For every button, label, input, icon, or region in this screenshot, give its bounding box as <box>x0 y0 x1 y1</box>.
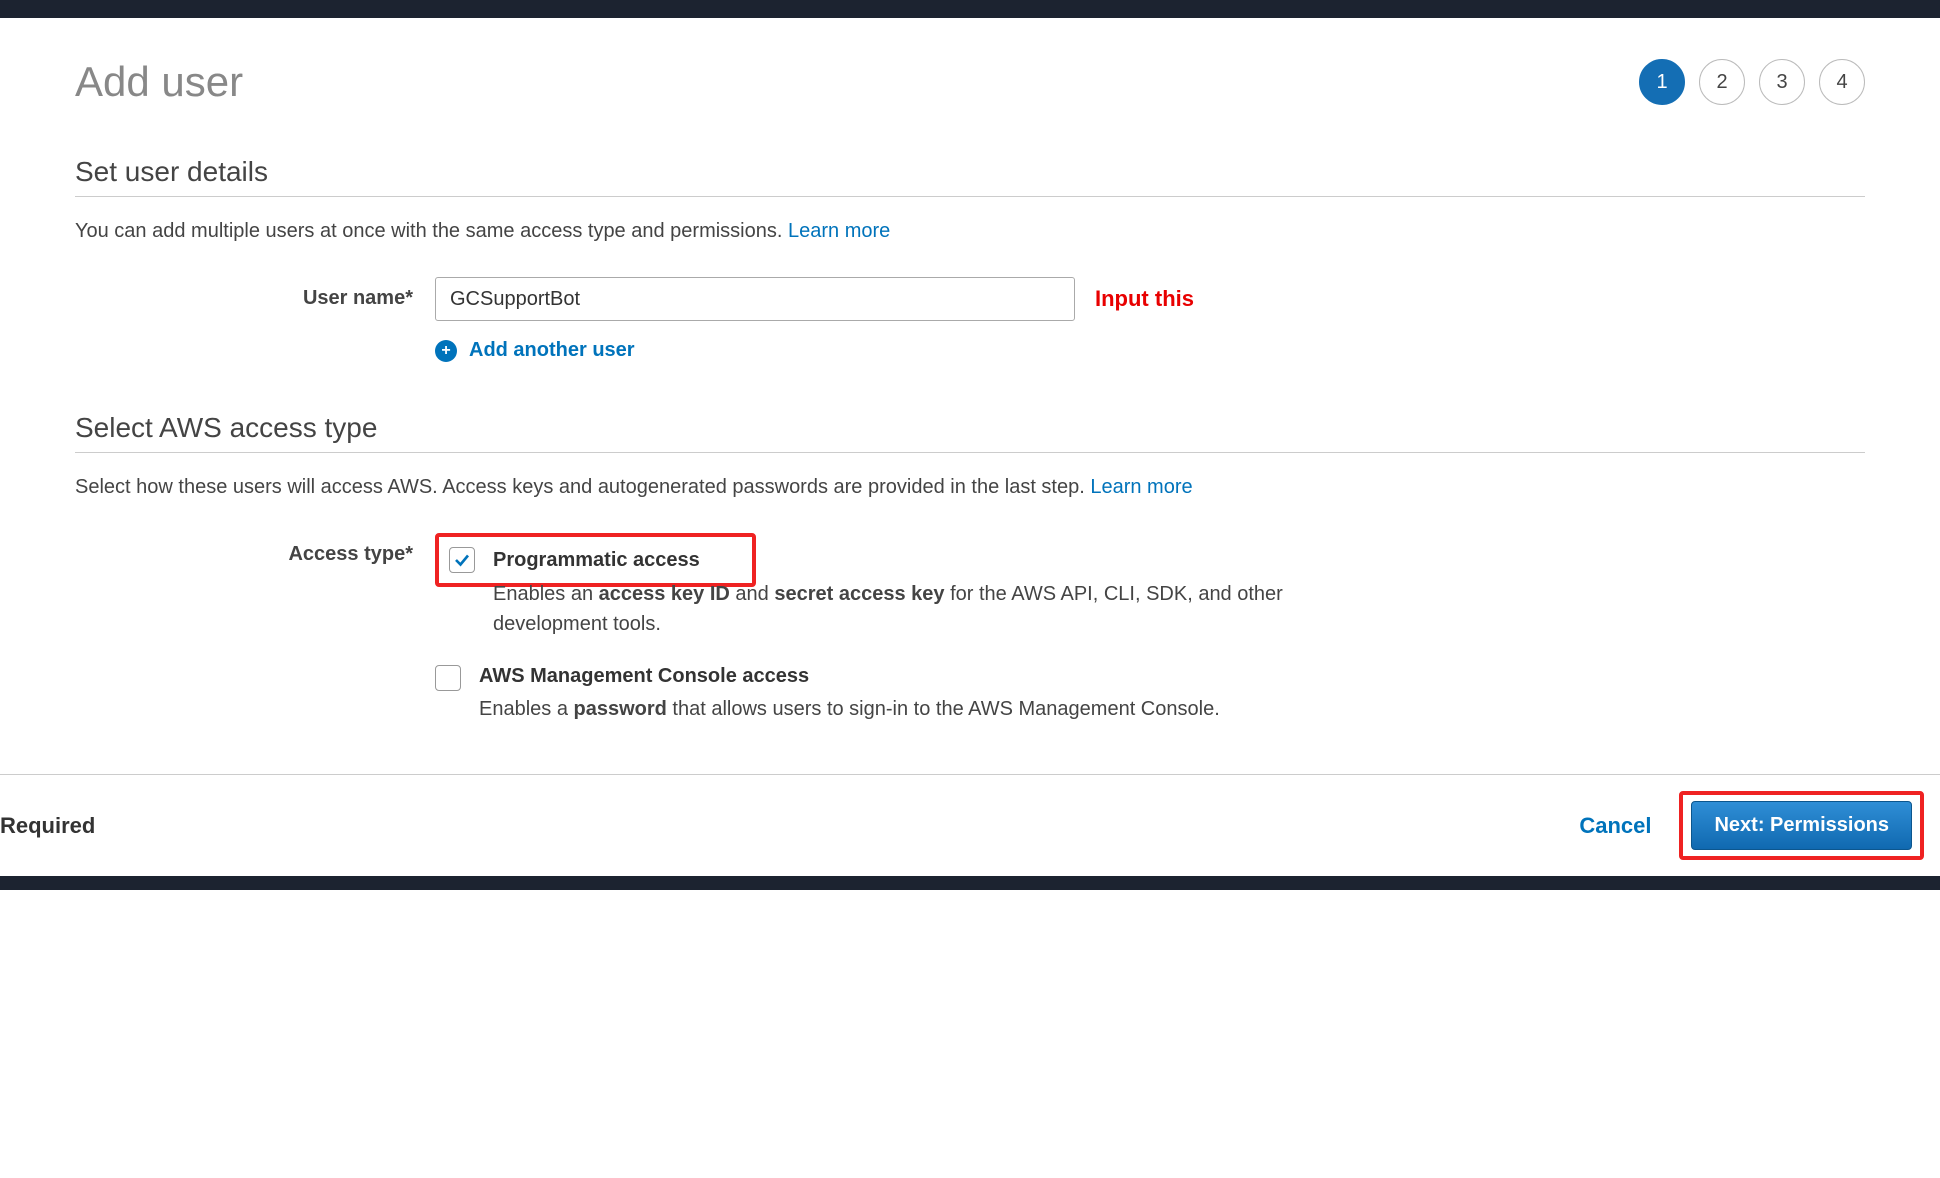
step-1[interactable]: 1 <box>1639 59 1685 105</box>
cancel-button[interactable]: Cancel <box>1579 813 1651 839</box>
page-title: Add user <box>75 58 243 106</box>
main-content: Add user 1 2 3 4 Set user details You ca… <box>0 18 1940 724</box>
console-access-checkbox[interactable] <box>435 665 461 691</box>
learn-more-link-access[interactable]: Learn more <box>1090 476 1192 498</box>
programmatic-access-checkbox[interactable] <box>449 547 475 573</box>
step-3[interactable]: 3 <box>1759 59 1805 105</box>
add-another-user-label: Add another user <box>469 339 635 362</box>
prog-desc-mid: and <box>730 583 774 605</box>
top-nav-bar <box>0 0 1940 18</box>
next-button-highlight: Next: Permissions <box>1679 791 1924 860</box>
add-another-user-button[interactable]: + Add another user <box>435 339 1865 362</box>
required-indicator: Required <box>0 813 95 839</box>
input-hint-annotation: Input this <box>1095 286 1194 312</box>
next-permissions-button[interactable]: Next: Permissions <box>1691 801 1912 850</box>
section-title-access-type: Select AWS access type <box>75 412 1865 453</box>
plus-circle-icon: + <box>435 340 457 362</box>
user-details-description: You can add multiple users at once with … <box>75 215 1865 247</box>
prog-desc-pre: Enables an <box>493 583 599 605</box>
access-type-label: Access type* <box>75 533 435 566</box>
page-header: Add user 1 2 3 4 <box>75 58 1865 106</box>
cons-desc-b1: password <box>574 698 667 720</box>
step-4[interactable]: 4 <box>1819 59 1865 105</box>
console-access-title: AWS Management Console access <box>479 665 1865 688</box>
user-name-label: User name* <box>75 277 435 310</box>
section-title-user-details: Set user details <box>75 156 1865 197</box>
user-details-desc-text: You can add multiple users at once with … <box>75 220 788 242</box>
prog-desc-b2: secret access key <box>774 583 944 605</box>
prog-desc-b1: access key ID <box>599 583 730 605</box>
user-name-row: User name* Input this <box>75 277 1865 321</box>
select-access-type-section: Select AWS access type Select how these … <box>75 412 1865 724</box>
step-2[interactable]: 2 <box>1699 59 1745 105</box>
cons-desc-pre: Enables a <box>479 698 574 720</box>
console-access-option: AWS Management Console access Enables a … <box>435 665 1865 724</box>
programmatic-access-desc: Enables an access key ID and secret acce… <box>493 579 1313 639</box>
learn-more-link[interactable]: Learn more <box>788 220 890 242</box>
bottom-bar <box>0 876 1940 890</box>
console-access-desc: Enables a password that allows users to … <box>479 694 1299 724</box>
cons-desc-post: that allows users to sign-in to the AWS … <box>667 698 1220 720</box>
access-type-desc-text: Select how these users will access AWS. … <box>75 476 1090 498</box>
programmatic-access-title: Programmatic access <box>493 549 700 572</box>
footer: Required Cancel Next: Permissions <box>0 774 1940 876</box>
wizard-steps: 1 2 3 4 <box>1639 59 1865 105</box>
user-name-input[interactable] <box>435 277 1075 321</box>
set-user-details-section: Set user details You can add multiple us… <box>75 156 1865 362</box>
access-type-description: Select how these users will access AWS. … <box>75 471 1865 503</box>
check-icon <box>453 551 471 569</box>
